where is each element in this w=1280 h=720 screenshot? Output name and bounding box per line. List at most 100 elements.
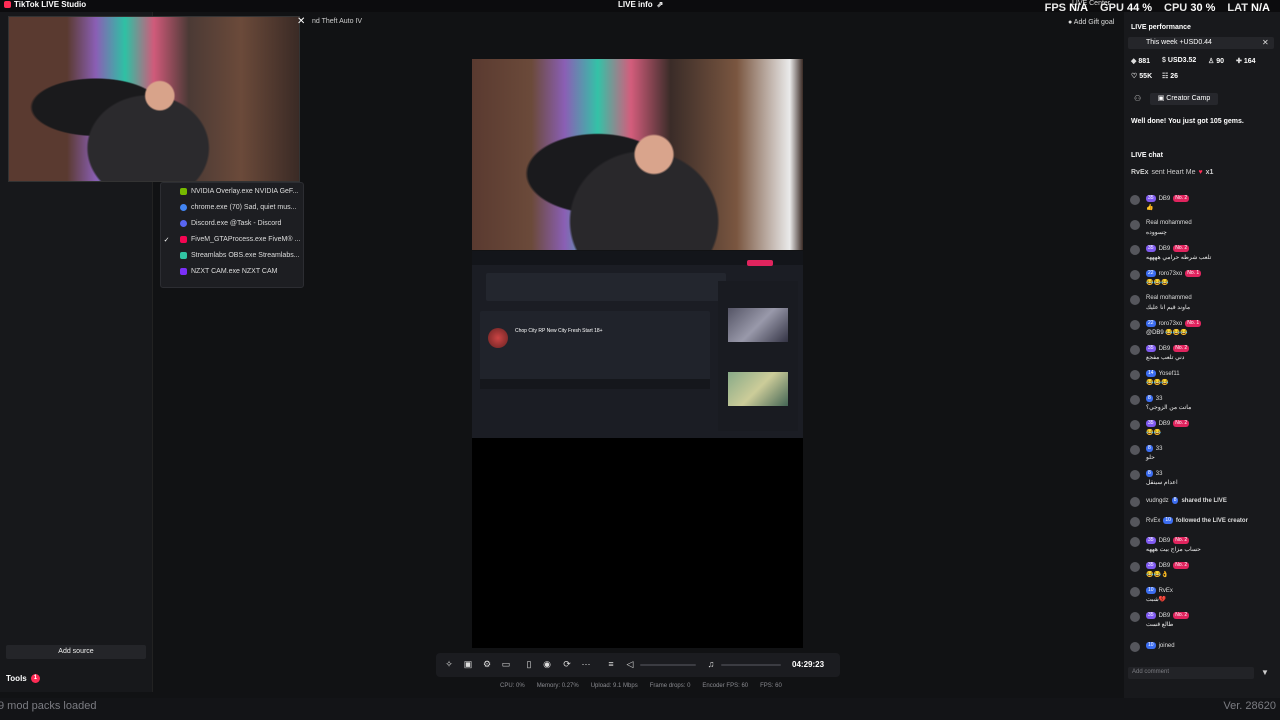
diamond-icon: ◆ bbox=[1131, 58, 1137, 65]
viewers-metric: ♙ 90 bbox=[1208, 57, 1225, 66]
streamlabs-icon bbox=[180, 252, 187, 259]
app-title: TikTok LIVE Studio bbox=[4, 0, 86, 9]
follow-icon: ✚ bbox=[1236, 58, 1242, 65]
nzxt-icon bbox=[180, 268, 187, 275]
diamonds-metric: ◆ 881 bbox=[1131, 57, 1151, 66]
avatar[interactable] bbox=[1130, 445, 1140, 455]
fps-stat: FPS N/A bbox=[1044, 2, 1089, 14]
menu-item-nvidia[interactable]: NVIDIA Overlay.exe NVIDIA GeF... bbox=[161, 184, 303, 199]
live-performance-title: LIVE performance bbox=[1131, 24, 1191, 31]
heart-icon: ♡ bbox=[1131, 73, 1138, 80]
avatar[interactable] bbox=[1130, 587, 1140, 597]
mod-packs-status: 9 mod packs loaded bbox=[0, 700, 97, 712]
window-source-menu: NVIDIA Overlay.exe NVIDIA GeF... chrome.… bbox=[160, 182, 304, 288]
share-icon: ⇗ bbox=[656, 0, 664, 9]
tiktok-logo-icon bbox=[4, 1, 11, 8]
game-ui-bar bbox=[480, 379, 710, 389]
status-footer bbox=[0, 698, 1280, 720]
avatar[interactable] bbox=[1130, 562, 1140, 572]
record-icon[interactable]: ◉ bbox=[542, 659, 552, 669]
screen-icon[interactable]: ▭ bbox=[501, 659, 511, 669]
mixer-icon[interactable]: ≡ bbox=[606, 659, 616, 669]
preview-empty-area bbox=[472, 438, 803, 648]
comment-placeholder: Add comment bbox=[1132, 669, 1170, 675]
avatar[interactable] bbox=[1130, 420, 1140, 430]
creator-camp-button[interactable]: ▣ Creator Camp bbox=[1150, 93, 1218, 105]
book-icon: ▣ bbox=[1157, 95, 1165, 102]
live-info-button[interactable]: LIVE info ⇗ bbox=[618, 0, 663, 9]
menu-item-chrome[interactable]: chrome.exe (70) Sad, quiet mus... bbox=[161, 200, 303, 215]
chrome-icon bbox=[180, 204, 187, 211]
discord-icon bbox=[180, 220, 187, 227]
stream-toolbar: ✧ ▣ ⚙ ▭ ▯ ◉ ⟳ ⋯ ≡ ◁ ♫ 04:29:23 bbox=[436, 653, 840, 677]
avatar[interactable] bbox=[1130, 345, 1140, 355]
live-chat-title: LIVE chat bbox=[1131, 152, 1163, 159]
menu-item-discord[interactable]: Discord.exe @Task - Discord bbox=[161, 216, 303, 231]
avatar[interactable] bbox=[1130, 642, 1140, 652]
viewer-icon: ♙ bbox=[1208, 58, 1215, 65]
close-icon[interactable]: ✕ bbox=[297, 16, 305, 27]
preview-game-layer[interactable]: Chop City RP New City Fresh Start 18+ bbox=[472, 251, 803, 438]
feed-image bbox=[728, 308, 788, 342]
revenue-metric: $ USD3.52 bbox=[1162, 57, 1197, 64]
stream-stats: CPU: 0% Memory: 0.27% Upload: 9.1 Mbps F… bbox=[500, 683, 782, 689]
portrait-icon[interactable]: ▯ bbox=[524, 659, 534, 669]
menu-item-fivem[interactable]: ✓ FiveM_GTAProcess.exe FiveM® ... bbox=[161, 232, 303, 247]
menu-item-streamlabs[interactable]: Streamlabs OBS.exe Streamlabs... bbox=[161, 248, 303, 263]
add-gift-goal-button[interactable]: ● Add Gift goal bbox=[1068, 19, 1114, 26]
weekly-earnings-text: This week +USD0.44 bbox=[1146, 39, 1212, 46]
gift-notice: RvEx sent Heart Me ♥ x1 bbox=[1131, 169, 1214, 176]
game-ui-cta bbox=[747, 260, 773, 266]
nvidia-icon bbox=[180, 188, 187, 195]
effects-icon[interactable]: ✧ bbox=[444, 659, 454, 669]
heart-gift-icon: ♥ bbox=[1198, 169, 1203, 176]
feed-image bbox=[728, 372, 788, 406]
webcam-source-preview bbox=[8, 16, 300, 182]
avatar[interactable] bbox=[1130, 245, 1140, 255]
avatar[interactable] bbox=[1130, 195, 1140, 205]
more-icon[interactable]: ⋯ bbox=[581, 659, 591, 669]
menu-item-nzxt[interactable]: NZXT CAM.exe NZXT CAM bbox=[161, 264, 303, 279]
avatar[interactable] bbox=[1130, 395, 1140, 405]
gifters-metric: ☷ 26 bbox=[1162, 72, 1179, 81]
tools-section[interactable]: Tools 1 bbox=[6, 674, 41, 683]
version-label: Ver. 28620 bbox=[1223, 700, 1276, 712]
live-timer: 04:29:23 bbox=[792, 660, 825, 669]
mic-volume-slider[interactable] bbox=[721, 664, 781, 666]
avatar[interactable] bbox=[1130, 270, 1140, 280]
avatar[interactable] bbox=[1130, 537, 1140, 547]
server-logo-icon bbox=[488, 328, 508, 348]
preview-webcam-layer[interactable] bbox=[472, 59, 803, 250]
avatar[interactable] bbox=[1130, 320, 1140, 330]
avatar[interactable] bbox=[1130, 470, 1140, 480]
game-ui-feed bbox=[718, 281, 798, 431]
microphone-icon[interactable]: ♫ bbox=[706, 659, 716, 669]
follow-icon bbox=[1130, 517, 1140, 527]
share-icon bbox=[1130, 497, 1140, 507]
avatar[interactable] bbox=[1130, 370, 1140, 380]
game-ui-card bbox=[486, 273, 726, 301]
new-followers-metric: ✚ 164 bbox=[1236, 57, 1256, 66]
game-source-tab[interactable]: nd Theft Auto IV bbox=[312, 18, 362, 25]
layers-icon[interactable]: ▣ bbox=[463, 659, 473, 669]
game-ui-server-card bbox=[480, 311, 710, 383]
avatar[interactable] bbox=[1130, 220, 1140, 230]
add-source-button[interactable]: Add source bbox=[6, 645, 146, 659]
speaker-volume-slider[interactable] bbox=[640, 664, 696, 666]
replay-icon[interactable]: ⟳ bbox=[562, 659, 572, 669]
likes-metric: ♡ 55K bbox=[1131, 72, 1153, 81]
tools-badge: 1 bbox=[30, 674, 41, 683]
speaker-icon[interactable]: ◁ bbox=[625, 659, 635, 669]
avatar[interactable] bbox=[1130, 295, 1140, 305]
fivem-icon bbox=[180, 236, 187, 243]
check-icon: ✓ bbox=[163, 236, 170, 244]
settings-icon[interactable]: ⚙ bbox=[482, 659, 492, 669]
user-settings-icon[interactable]: ⚇ bbox=[1134, 94, 1141, 103]
server-title: Chop City RP New City Fresh Start 18+ bbox=[515, 328, 603, 334]
close-icon[interactable]: ✕ bbox=[1262, 38, 1269, 47]
chevron-down-icon[interactable]: ▼ bbox=[1261, 668, 1269, 677]
avatar[interactable] bbox=[1130, 612, 1140, 622]
dollar-icon: $ bbox=[1162, 57, 1166, 64]
gems-notice: Well done! You just got 105 gems. bbox=[1131, 118, 1244, 125]
gift-icon: ☷ bbox=[1162, 73, 1169, 80]
